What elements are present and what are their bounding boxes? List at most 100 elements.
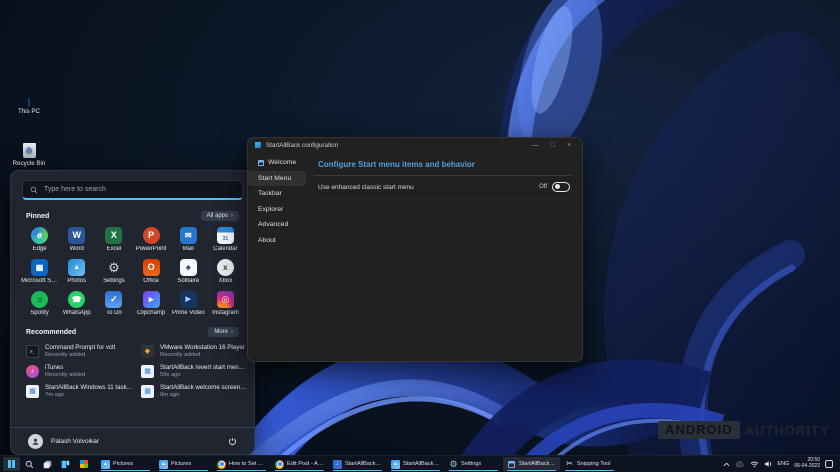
store-pinned-button[interactable] [75,457,92,471]
all-apps-button[interactable]: All apps › [201,211,239,221]
sidebar-item-taskbar[interactable]: Taskbar [248,186,306,202]
taskbar-window-pictures[interactable]: ▲ Pictures [97,457,154,471]
installer-icon: ↓ [333,460,342,469]
window-titlebar[interactable]: StartAllBack configuration — □ × [248,138,582,152]
desktop-icon-this-pc[interactable]: This PC [6,99,52,115]
recommended-item[interactable]: ▦ StartAllBack revert start menu.jpg59s … [141,364,248,378]
app-tile-solitaire[interactable]: ♠Solitaire [170,259,207,284]
monitor-icon [28,99,30,106]
recommended-item[interactable]: >_ Command Prompt for vctlRecently added [26,344,133,358]
app-tile-powerpoint[interactable]: PPowerPoint [133,227,170,252]
instagram-icon: ◎ [217,291,234,308]
itunes-icon: ♪ [26,365,39,378]
calendar-icon: 31 [217,227,234,244]
solitaire-icon: ♠ [180,259,197,276]
app-tile-prime-video[interactable]: ▶Prime Video [170,291,207,316]
search-input[interactable]: Type here to search [22,180,243,200]
app-tile-word[interactable]: WWord [58,227,95,252]
recommended-grid: >_ Command Prompt for vctlRecently added… [26,344,239,398]
recommended-item[interactable]: ▦ StartAllBack welcome screen Wind...9m … [141,384,248,398]
taskbar-window-chrome-edit-post[interactable]: Edit Post - Android ... [271,457,328,471]
taskbar-window-startallback-config[interactable]: StartAllBack configu... [503,457,560,471]
sidebar-item-start-menu[interactable]: Start Menu [248,171,306,187]
app-tile-settings[interactable]: ⚙Settings [95,259,132,284]
startallback-app-icon [255,142,261,148]
app-tile-spotify[interactable]: ♫Spotify [21,291,58,316]
android-authority-watermark: ANDROID AUTHORITY [658,421,830,439]
app-tile-whatsapp[interactable]: ☎WhatsApp [58,291,95,316]
word-icon: W [68,227,85,244]
start-button[interactable] [3,457,20,471]
task-view-icon [43,460,52,469]
tray-chevron-up-icon[interactable] [723,462,730,467]
mail-icon: ✉ [180,227,197,244]
sidebar-item-advanced[interactable]: Advanced [248,217,306,233]
watermark-android: ANDROID [658,421,740,439]
app-tile-clipchamp[interactable]: ▸Clipchamp [133,291,170,316]
avatar[interactable] [28,434,43,449]
recommended-item[interactable]: ♪ iTunesRecently added [26,364,133,378]
notification-center-icon[interactable] [825,460,833,468]
start-menu-footer: Palash Volvoikar [11,427,254,454]
image-file-icon: ▦ [141,365,154,378]
app-tile-excel[interactable]: XExcel [95,227,132,252]
close-button[interactable]: × [567,142,571,149]
photo-icon: ▲ [101,460,110,469]
startallback-config-window: StartAllBack configuration — □ × Welcome… [247,137,583,362]
power-button[interactable] [228,437,237,446]
sidebar-item-welcome[interactable]: Welcome [248,155,306,171]
app-tile-mail[interactable]: ✉Mail [170,227,207,252]
app-tile-xbox[interactable]: xXbox [207,259,244,284]
app-tile-edge[interactable]: eEdge [21,227,58,252]
desktop-icon-recycle-bin[interactable]: ♻ Recycle Bin [6,143,52,167]
chrome-icon [217,460,226,469]
onedrive-cloud-icon[interactable] [735,461,745,468]
taskbar-search-button[interactable] [21,457,38,471]
app-tile-calendar[interactable]: 31Calendar [207,227,244,252]
scissors-icon: ✂ [565,460,574,469]
wifi-icon[interactable] [750,460,759,468]
chevron-right-icon: › [231,329,233,335]
recommended-item[interactable]: ▦ StartAllBack Windows 11 taskbar ic...7… [26,384,133,398]
whatsapp-icon: ☎ [68,291,85,308]
taskbar-window-settings[interactable]: ⚙ Settings [445,457,502,471]
maximize-button[interactable]: □ [551,142,555,149]
search-icon [25,460,34,469]
search-icon [30,186,38,194]
excel-icon: X [105,227,122,244]
sidebar-item-explorer[interactable]: Explorer [248,202,306,218]
todo-check-icon: ✓ [105,291,122,308]
app-tile-photos[interactable]: ▲Photos [58,259,95,284]
taskbar-window-snipping-tool[interactable]: ✂ Snipping Tool [561,457,618,471]
config-content: Configure Start menu items and behavior … [310,152,582,361]
app-tile-to-do[interactable]: ✓To Do [95,291,132,316]
recommended-item[interactable]: ◆ VMware Workstation 16 PlayerRecently a… [141,344,248,358]
spotify-icon: ♫ [31,291,48,308]
toggle-state-label: Off [539,184,547,190]
minimize-button[interactable]: — [532,142,539,149]
more-button[interactable]: More › [208,327,239,337]
window-title: StartAllBack configuration [266,142,338,149]
photo-icon: ▲ [391,460,400,469]
config-sidebar: Welcome Start Menu Taskbar Explorer Adva… [248,152,310,361]
app-tile-office[interactable]: OOffice [133,259,170,284]
setting-row-enhanced-start-menu: Use enhanced classic start menu Off [314,176,572,199]
taskbar-window-chrome-how-to[interactable]: How to Set Windo... [213,457,270,471]
taskbar-window-startallback-welcome[interactable]: ▲ StartAllBack welcom... [387,457,444,471]
desktop-screen: This PC ♻ Recycle Bin ANDROID AUTHORITY … [0,0,840,472]
taskbar-window-pictures-2[interactable]: ▲ Pictures [155,457,212,471]
app-tile-microsoft-store[interactable]: ▦Microsoft Store [21,259,58,284]
language-indicator[interactable]: ENG [778,461,790,467]
enhanced-start-menu-toggle[interactable] [552,182,570,192]
volume-icon[interactable] [764,460,773,468]
widgets-button[interactable] [57,457,74,471]
app-tile-instagram[interactable]: ◎Instagram [207,291,244,316]
person-icon [31,437,40,446]
terminal-icon: >_ [26,345,39,358]
taskbar-clock[interactable]: 20:50 06-04-2022 [794,458,820,470]
user-name[interactable]: Palash Volvoikar [51,438,99,445]
task-view-button[interactable] [39,457,56,471]
taskbar-window-startallback-installer[interactable]: ↓ StartAllBack installe... [329,457,386,471]
pinned-heading: Pinned [26,213,49,220]
sidebar-item-about[interactable]: About [248,233,306,249]
